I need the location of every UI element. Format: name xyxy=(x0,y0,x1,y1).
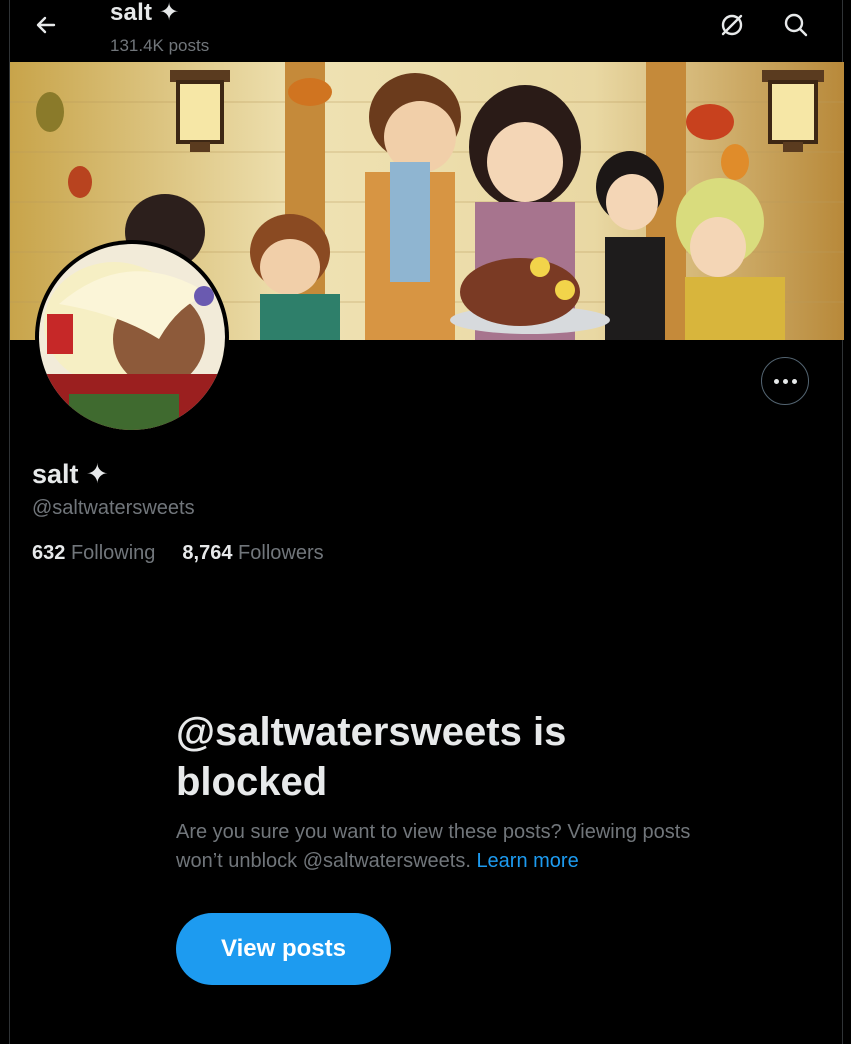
following-label: Following xyxy=(70,542,156,564)
follow-stats: 632 Following 8,764 Followers xyxy=(32,542,324,565)
profile-column: salt ✦ 131.4K posts salt ✦ @saltwaterswe… xyxy=(9,0,844,1044)
top-bar: salt ✦ 131.4K posts xyxy=(10,0,844,62)
circle-slash-icon xyxy=(721,14,743,36)
view-posts-button[interactable]: View posts xyxy=(176,913,391,985)
search-button[interactable] xyxy=(776,5,816,45)
premium-button[interactable] xyxy=(712,5,752,45)
display-name: salt ✦ xyxy=(32,459,109,489)
username: @saltwatersweets xyxy=(32,497,195,519)
avatar-image xyxy=(39,244,225,430)
following-link[interactable]: 632 Following xyxy=(32,542,155,565)
followers-count: 8,764 xyxy=(182,542,233,564)
followers-link[interactable]: 8,764 Followers xyxy=(182,542,323,565)
post-count: 131.4K posts xyxy=(110,36,210,55)
app-window: salt ✦ 131.4K posts salt ✦ @saltwaterswe… xyxy=(0,0,851,1044)
arrow-left-icon xyxy=(36,16,56,34)
dot-icon xyxy=(782,378,788,384)
blocked-title: @saltwatersweets is blocked xyxy=(176,710,567,804)
avatar[interactable] xyxy=(35,240,229,434)
learn-more-link[interactable]: Learn more xyxy=(476,850,578,872)
following-count: 632 xyxy=(32,542,66,564)
more-options-button[interactable] xyxy=(761,357,809,405)
blocked-message: Are you sure you want to view these post… xyxy=(176,818,696,876)
followers-label: Followers xyxy=(238,542,324,564)
blocked-body-text: Are you sure you want to view these post… xyxy=(176,821,691,872)
dot-icon xyxy=(791,378,797,384)
search-icon xyxy=(784,13,808,37)
header-title: salt ✦ xyxy=(110,0,180,26)
back-button[interactable] xyxy=(26,5,66,45)
dot-icon xyxy=(773,378,779,384)
